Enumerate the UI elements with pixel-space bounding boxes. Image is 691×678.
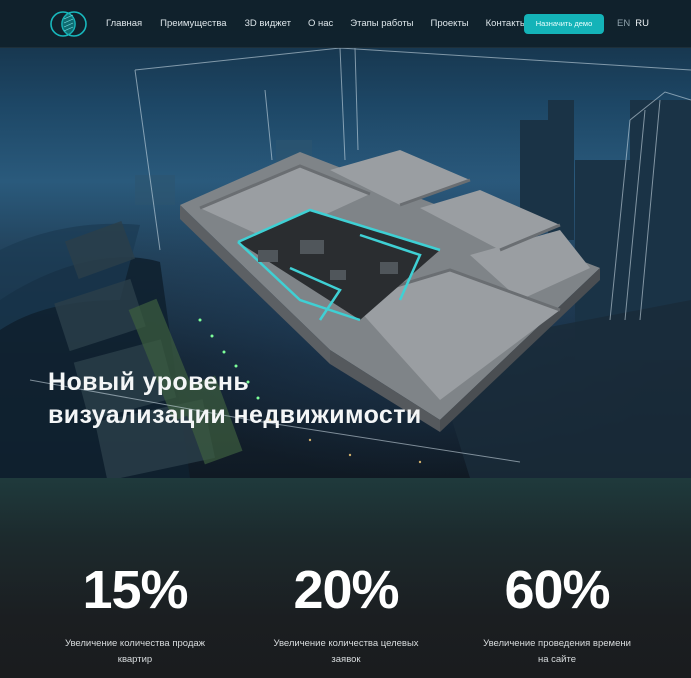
top-nav-bar: Главная Преимущества 3D виджет О нас Эта… — [0, 0, 691, 48]
stat-label: Увеличение количества целевых заявок — [250, 636, 442, 668]
stat-label: Увеличение количества продаж квартир — [40, 636, 230, 668]
stat-value: 60% — [504, 560, 610, 620]
stat-value: 15% — [82, 560, 188, 620]
hero-section: Новый уровень визуализации недвижимости — [0, 0, 691, 478]
hero-title-line1: Новый уровень — [48, 368, 250, 396]
nav-item-work-stages[interactable]: Этапы работы — [350, 18, 413, 29]
nav-item-3d-widget[interactable]: 3D виджет — [245, 18, 291, 29]
stat-value: 20% — [293, 560, 399, 620]
nav-item-projects[interactable]: Проекты — [431, 18, 469, 29]
stat-label-line2: квартир — [117, 654, 153, 665]
overlapping-circles-logo-icon[interactable] — [48, 9, 90, 39]
stats-section: 15% Увеличение количества продаж квартир… — [0, 478, 691, 678]
nav-item-contacts[interactable]: Контакты — [486, 18, 527, 29]
nav-item-about[interactable]: О нас — [308, 18, 333, 29]
nav-item-home[interactable]: Главная — [106, 18, 142, 29]
nav-item-advantages[interactable]: Преимущества — [160, 18, 226, 29]
lang-en-link[interactable]: EN — [617, 18, 630, 29]
stat-label-line1: Увеличение проведения времени — [483, 638, 631, 649]
lang-ru-link[interactable]: RU — [635, 18, 649, 29]
stat-label-line1: Увеличение количества продаж — [64, 638, 206, 649]
stat-label-line2: заявок — [331, 654, 361, 665]
stat-label: Увеличение проведения времени на сайте — [462, 636, 652, 668]
language-switcher: EN RU — [617, 18, 649, 29]
hero-title: Новый уровень визуализации недвижимости — [48, 366, 608, 432]
stat-label-line1: Увеличение количества целевых — [273, 638, 419, 649]
hero-title-line2: визуализации недвижимости — [48, 401, 422, 429]
main-nav: Главная Преимущества 3D виджет О нас Эта… — [106, 18, 527, 29]
schedule-demo-button[interactable]: Назначить демо — [524, 14, 604, 34]
stat-label-line2: на сайте — [537, 654, 577, 665]
